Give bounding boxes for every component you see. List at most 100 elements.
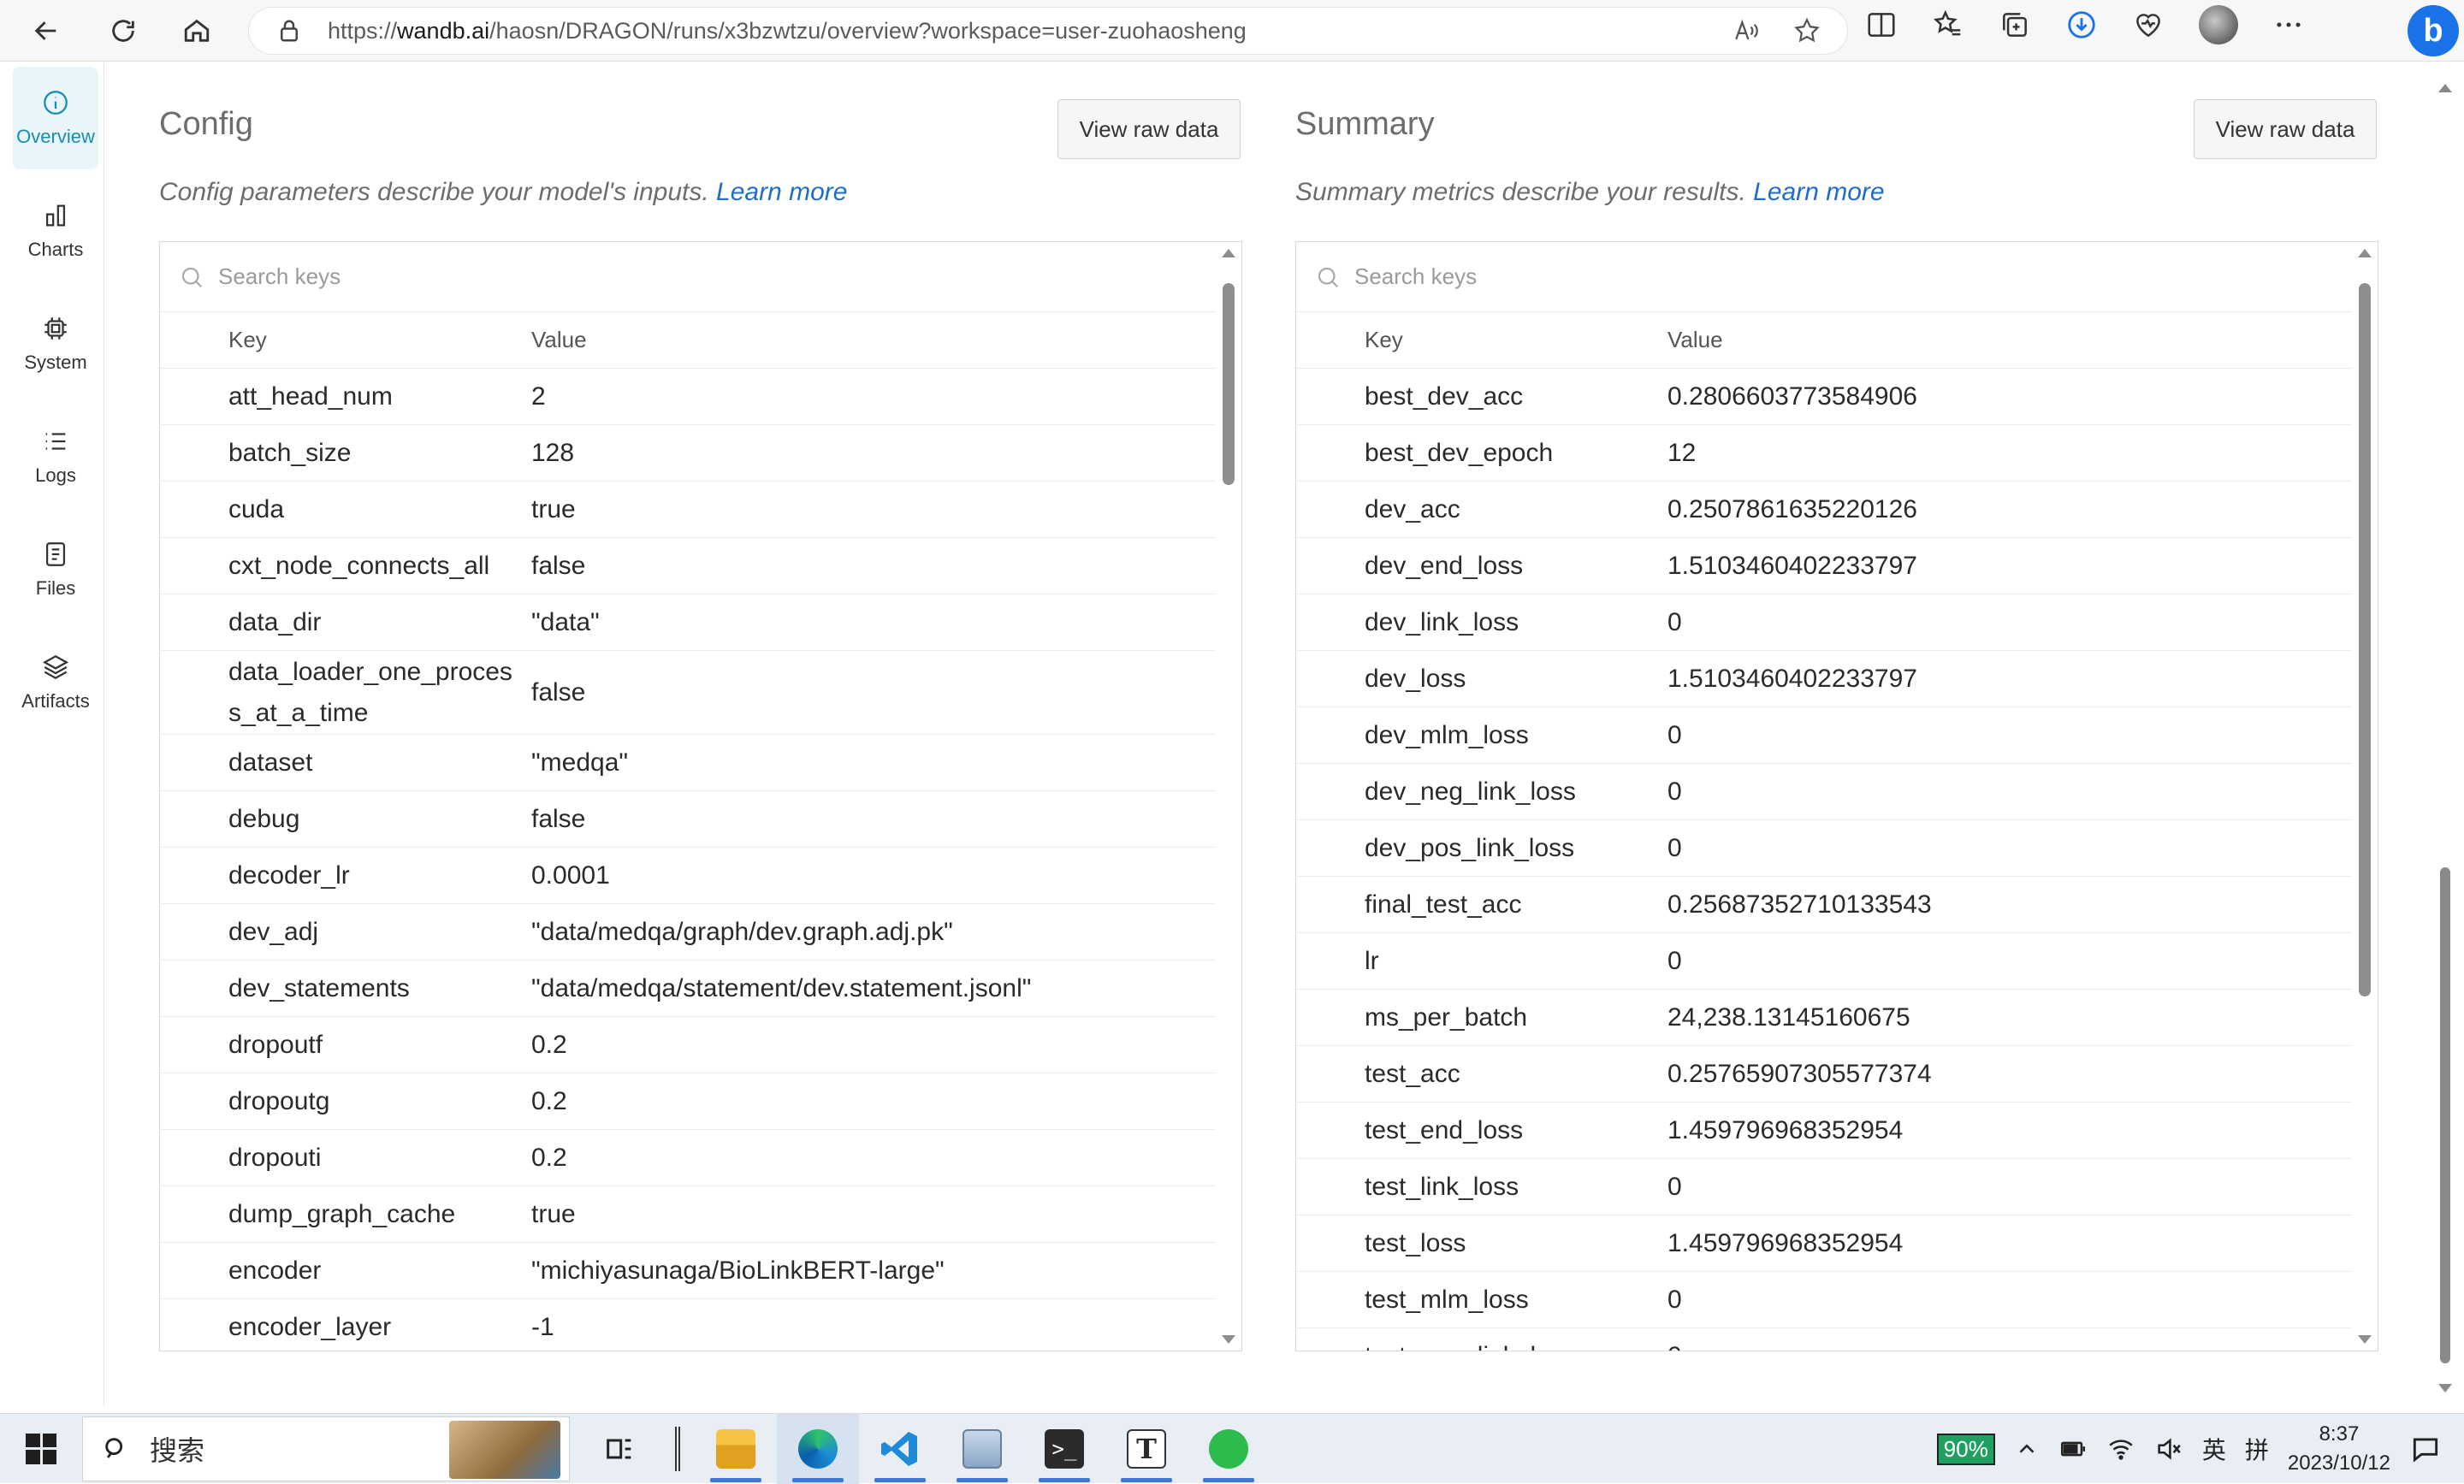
table-row: dev_acc 0.2507861635220126: [1296, 482, 2378, 538]
table-row: dropoutf 0.2: [160, 1017, 1241, 1073]
address-bar[interactable]: https://wandb.ai/haosn/DRAGON/runs/x3bzw…: [248, 7, 1848, 55]
table-row: test_neg_link_loss0: [1296, 1328, 2378, 1351]
refresh-button[interactable]: [98, 5, 149, 56]
remote-desktop-button[interactable]: [941, 1414, 1023, 1484]
row-key: dropouti: [228, 1143, 322, 1172]
config-search-input[interactable]: [218, 263, 988, 290]
row-key: best_dev_epoch: [1365, 438, 1554, 467]
row-key: att_head_num: [228, 381, 393, 411]
scroll-up-arrow-icon[interactable]: [2358, 249, 2372, 257]
row-key: test_mlm_loss: [1365, 1285, 1529, 1314]
row-key: batch_size: [228, 438, 352, 467]
start-button[interactable]: [0, 1414, 82, 1484]
lock-icon[interactable]: [276, 18, 302, 44]
url-text[interactable]: https://wandb.ai/haosn/DRAGON/runs/x3bzw…: [328, 18, 1247, 44]
favorite-star-icon[interactable]: [1792, 16, 1821, 45]
task-view-button[interactable]: [578, 1414, 660, 1484]
config-search[interactable]: [160, 242, 1241, 312]
home-button[interactable]: [171, 5, 222, 56]
wifi-icon[interactable]: [2106, 1434, 2135, 1463]
volume-muted-icon[interactable]: [2154, 1434, 2183, 1463]
favorites-icon[interactable]: [1932, 9, 1964, 41]
battery-percent[interactable]: 90%: [1936, 1433, 1995, 1465]
file-explorer-button[interactable]: [695, 1414, 777, 1484]
run-sidebar: Overview Charts System Logs Files Artifa…: [7, 63, 104, 1406]
vscode-button[interactable]: [859, 1414, 941, 1484]
table-row: dev_statements "data/medqa/statement/dev.…: [160, 961, 1241, 1017]
battery-icon[interactable]: [2058, 1434, 2088, 1463]
row-key: encoder_layer: [228, 1312, 392, 1341]
config-learn-more-link[interactable]: Learn more: [716, 178, 847, 206]
row-key: test_end_loss: [1365, 1115, 1524, 1144]
table-row: test_link_loss 0: [1296, 1159, 2378, 1215]
typora-button[interactable]: T: [1105, 1414, 1188, 1484]
split-screen-icon[interactable]: [1865, 9, 1898, 41]
wechat-button[interactable]: [1188, 1414, 1270, 1484]
bing-copilot-button[interactable]: b: [2402, 0, 2464, 62]
summary-scrollbar[interactable]: [2352, 242, 2378, 1351]
sidebar-item-charts[interactable]: Charts: [13, 180, 98, 282]
edge-button[interactable]: [777, 1413, 859, 1484]
taskbar-search[interactable]: 搜索: [82, 1416, 570, 1481]
summary-view-raw-button[interactable]: View raw data: [2194, 99, 2377, 159]
folder-icon: [716, 1428, 755, 1469]
scroll-down-arrow-icon[interactable]: [2358, 1335, 2372, 1344]
browser-essentials-icon[interactable]: [2132, 9, 2165, 41]
row-value: 0.2806603773584906: [1667, 381, 1917, 411]
table-row: dev_neg_link_loss 0: [1296, 764, 2378, 820]
url-path: /haosn/DRAGON/runs/x3bzwtzu/overview?wor…: [489, 17, 1247, 44]
chevron-up-icon[interactable]: [2014, 1436, 2040, 1462]
sidebar-label-charts: Charts: [27, 239, 84, 260]
terminal-button[interactable]: >_: [1023, 1414, 1105, 1484]
scroll-up-arrow-icon[interactable]: [1222, 249, 1235, 257]
downloads-icon[interactable]: [2065, 9, 2098, 41]
profile-avatar[interactable]: [2199, 5, 2238, 44]
table-row: data_loader_one_process_at_a_time false: [160, 651, 1241, 735]
ime-language[interactable]: 英: [2202, 1432, 2226, 1466]
summary-header-value[interactable]: Value: [1667, 327, 1723, 353]
row-key: test_link_loss: [1365, 1172, 1519, 1201]
layers-icon: [42, 654, 69, 680]
summary-scroll-thumb[interactable]: [2359, 283, 2371, 996]
browser-toolbar: https://wandb.ai/haosn/DRAGON/runs/x3bzw…: [0, 0, 2464, 62]
summary-header-key[interactable]: Key: [1296, 327, 1667, 353]
summary-search[interactable]: [1296, 242, 2378, 312]
sidebar-item-system[interactable]: System: [13, 293, 98, 395]
sidebar-item-artifacts[interactable]: Artifacts: [13, 631, 98, 734]
page-scroll-up-icon[interactable]: [2438, 84, 2452, 92]
page-scrollbar[interactable]: [2431, 63, 2457, 1398]
sidebar-item-logs[interactable]: Logs: [13, 405, 98, 508]
sidebar-item-files[interactable]: Files: [13, 518, 98, 621]
config-scrollbar[interactable]: [1216, 242, 1241, 1351]
summary-description: Summary metrics describe your results. L…: [1295, 178, 1885, 207]
collections-icon[interactable]: [1999, 9, 2031, 41]
page-scroll-thumb[interactable]: [2440, 867, 2450, 1363]
typora-icon: T: [1127, 1428, 1166, 1469]
sidebar-item-overview[interactable]: Overview: [13, 67, 98, 169]
config-rows: att_head_num 2 batch_size 128 cuda true cxt_no…: [160, 369, 1241, 1351]
system-clock[interactable]: 8:37 2023/10/12: [2288, 1420, 2390, 1478]
row-value: 0: [1667, 607, 1682, 636]
more-options-icon[interactable]: [2272, 9, 2305, 41]
summary-learn-more-link[interactable]: Learn more: [1753, 178, 1884, 206]
config-view-raw-button[interactable]: View raw data: [1057, 99, 1241, 159]
row-key: test_acc: [1365, 1059, 1460, 1088]
table-row: final_test_acc 0.25687352710133543: [1296, 877, 2378, 933]
config-scroll-thumb[interactable]: [1223, 283, 1235, 485]
back-button[interactable]: [21, 5, 72, 56]
read-aloud-icon[interactable]: [1732, 16, 1762, 45]
notification-icon[interactable]: [2409, 1433, 2442, 1465]
taskbar-divider: [660, 1414, 695, 1484]
config-header-key[interactable]: Key: [160, 327, 531, 353]
summary-rows: best_dev_acc 0.2806603773584906 best_dev_e…: [1296, 369, 2378, 1351]
row-key: lr: [1365, 946, 1379, 975]
sidebar-label-artifacts: Artifacts: [21, 690, 90, 712]
row-value: 0.25687352710133543: [1667, 890, 1932, 919]
row-key: dev_neg_link_loss: [1365, 777, 1576, 806]
ime-mode[interactable]: 拼: [2245, 1432, 2269, 1466]
scroll-down-arrow-icon[interactable]: [1222, 1335, 1235, 1344]
config-header-value[interactable]: Value: [531, 327, 587, 353]
row-key: test_loss: [1365, 1228, 1466, 1257]
page-scroll-down-icon[interactable]: [2438, 1384, 2452, 1392]
summary-search-input[interactable]: [1354, 263, 2124, 290]
